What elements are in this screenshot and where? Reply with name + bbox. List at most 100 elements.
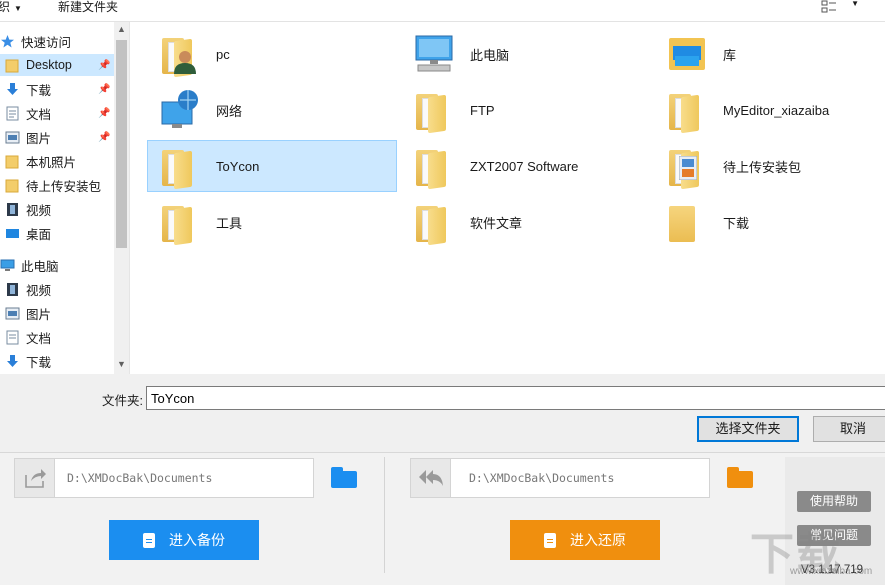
organize-menu[interactable]: 组织▼ [0, 0, 22, 15]
folder-icon [665, 88, 709, 134]
document-icon [5, 106, 20, 121]
file-item-pending-packages[interactable]: 待上传安装包 [655, 140, 885, 192]
reply-all-icon [411, 459, 451, 497]
sidebar-item-label: 本机照片 [26, 155, 77, 170]
view-options-button[interactable] [821, 0, 837, 14]
file-name: MyEditor_xiazaiba [723, 102, 830, 118]
file-name: 库 [723, 47, 737, 63]
enter-restore-button[interactable]: 进入还原 [510, 520, 660, 560]
file-item-downloads[interactable]: 下载 [655, 196, 885, 248]
help-button[interactable]: 使用帮助 [797, 491, 871, 512]
desktop-icon [5, 226, 20, 241]
sidebar-item-documents[interactable]: 文档 📌 [5, 102, 114, 124]
library-icon [665, 32, 709, 76]
file-name: 待上传安装包 [723, 159, 802, 175]
chevron-down-icon[interactable]: ▼ [117, 359, 126, 369]
sidebar-item-desktop-cn[interactable]: 桌面 [5, 222, 114, 244]
sidebar-item-label: 此电脑 [21, 259, 59, 274]
enter-backup-label: 进入备份 [169, 532, 225, 548]
view-list-icon [821, 0, 836, 13]
restore-path-text: D:\XMDocBak\Documents [469, 471, 615, 485]
sidebar-scrollbar[interactable]: ▲ ▼ [114, 22, 129, 374]
sidebar-item-label: 图片 [26, 131, 52, 146]
panel-divider [384, 457, 385, 573]
restore-path-field[interactable]: D:\XMDocBak\Documents [410, 458, 710, 498]
folder-icon [665, 200, 709, 244]
file-name: 此电脑 [470, 47, 510, 63]
file-item-ftp[interactable]: FTP [402, 84, 652, 136]
folder-icon [5, 154, 20, 169]
file-name: FTP [470, 102, 495, 118]
sidebar-item-desktop[interactable]: Desktop 📌 [0, 54, 114, 76]
pin-icon: 📌 [98, 83, 111, 95]
sidebar-item-downloads[interactable]: 下载 📌 [5, 78, 114, 100]
share-icon [15, 459, 55, 497]
sidebar-item-videos-pc[interactable]: 视频 [5, 278, 114, 300]
sidebar-item-label: Desktop [26, 58, 72, 72]
sidebar-item-videos[interactable]: 视频 [5, 198, 114, 220]
file-item-pc[interactable]: pc [148, 28, 398, 80]
backup-path-field[interactable]: D:\XMDocBak\Documents [14, 458, 314, 498]
star-icon [0, 34, 15, 49]
sidebar-item-label: 文档 [26, 331, 52, 346]
user-folder-icon [158, 32, 202, 78]
document-icon [143, 532, 155, 548]
file-item-network[interactable]: 网络 [148, 84, 398, 136]
select-folder-button[interactable]: 选择文件夹 [697, 416, 799, 442]
chevron-down-icon[interactable]: ▼ [851, 0, 859, 8]
file-item-toycon[interactable]: ToYcon [147, 140, 397, 192]
cancel-button[interactable]: 取消 [813, 416, 885, 442]
file-name: ToYcon [216, 158, 260, 174]
file-item-library[interactable]: 库 [655, 28, 885, 80]
app-panel: D:\XMDocBak\Documents D:\XMDocBak\Docume… [0, 452, 885, 585]
browse-backup-folder-button[interactable] [331, 467, 357, 488]
sidebar-item-documents-pc[interactable]: 文档 [5, 326, 114, 348]
file-item-tools[interactable]: 工具 [148, 196, 398, 248]
folder-icon [5, 58, 20, 73]
navigation-pane: 快速访问 Desktop 📌 下载 📌 文档 📌 图片 📌 本机照片 待上传安装… [0, 22, 130, 374]
computer-icon [0, 258, 15, 273]
picture-icon [5, 306, 20, 321]
sidebar-item-label: 待上传安装包 [26, 179, 102, 194]
sidebar-item-pending-packages[interactable]: 待上传安装包 [5, 174, 114, 196]
chevron-up-icon[interactable]: ▲ [117, 24, 126, 34]
sidebar-item-label: 图片 [26, 307, 52, 322]
folder-name-input[interactable] [146, 386, 885, 410]
scroll-thumb[interactable] [116, 40, 127, 248]
sidebar-item-downloads-pc[interactable]: 下载 [5, 350, 114, 372]
file-name: 网络 [216, 103, 243, 119]
sidebar-item-label: 视频 [26, 283, 52, 298]
faq-button[interactable]: 常见问题 [797, 525, 871, 546]
folder-field-area: 文件夹: 选择文件夹 取消 [0, 374, 885, 446]
pin-icon: 📌 [98, 107, 111, 119]
sidebar-item-quick-access[interactable]: 快速访问 [0, 30, 114, 52]
sidebar-item-pictures[interactable]: 图片 📌 [5, 126, 114, 148]
enter-backup-button[interactable]: 进入备份 [109, 520, 259, 560]
organize-label: 组织 [0, 0, 11, 14]
sidebar-item-this-pc[interactable]: 此电脑 [0, 254, 114, 276]
download-arrow-icon [5, 82, 20, 97]
sidebar-item-local-photos[interactable]: 本机照片 [5, 150, 114, 172]
file-item-software-articles[interactable]: 软件文章 [402, 196, 652, 248]
folder-icon [412, 144, 456, 190]
folder-icon [158, 200, 202, 246]
browse-restore-folder-button[interactable] [727, 467, 753, 488]
folder-icon [158, 144, 202, 190]
sidebar-item-label: 桌面 [26, 227, 52, 242]
folder-icon [412, 200, 456, 246]
folder-icon [412, 88, 456, 134]
file-name: pc [216, 46, 230, 62]
file-item-this-pc[interactable]: 此电脑 [402, 28, 652, 80]
sidebar-item-label: 视频 [26, 203, 52, 218]
file-name: 工具 [216, 215, 243, 231]
download-arrow-icon [5, 354, 20, 369]
file-item-myeditor[interactable]: MyEditor_xiazaiba [655, 84, 885, 136]
enter-restore-label: 进入还原 [570, 532, 626, 548]
file-item-zxt2007[interactable]: ZXT2007 Software [402, 140, 652, 192]
sidebar-item-pictures-pc[interactable]: 图片 [5, 302, 114, 324]
new-folder-button[interactable]: 新建文件夹 [58, 0, 118, 15]
document-icon [544, 532, 556, 548]
network-icon [158, 88, 202, 132]
chevron-down-icon: ▼ [14, 4, 22, 13]
file-name: 下载 [723, 215, 750, 231]
